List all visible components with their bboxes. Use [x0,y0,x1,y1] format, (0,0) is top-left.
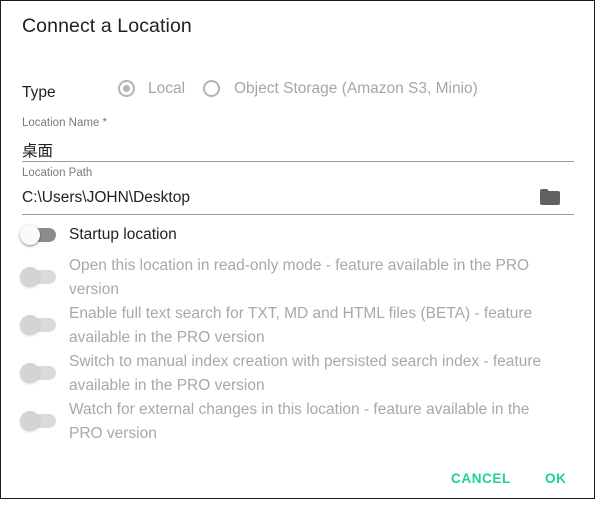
dialog-actions: CANCEL OK [0,471,594,511]
type-row: Type Local Object Storage (Amazon S3, Mi… [22,77,582,105]
startup-toggle[interactable] [20,225,56,245]
readonly-toggle [20,267,56,287]
location-name-field[interactable]: Location Name * 桌面 [22,117,574,163]
cancel-button[interactable]: CANCEL [451,471,511,486]
fulltext-toggle [20,315,56,335]
startup-toggle-label: Startup location [69,226,177,243]
manual-index-toggle [20,363,56,383]
toggle-readonly-row: Open this location in read-only mode - f… [20,254,580,302]
fulltext-toggle-label: Enable full text search for TXT, MD and … [69,305,533,346]
radio-object-storage-label[interactable]: Object Storage (Amazon S3, Minio) [234,80,478,98]
location-path-underline [22,214,574,215]
location-path-input[interactable]: C:\Users\JOHN\Desktop [22,189,190,207]
watch-changes-toggle [20,411,56,431]
location-path-label: Location Path [22,167,93,179]
toggle-startup-row: Startup location [20,223,580,249]
toggle-manual-index-row: Switch to manual index creation with per… [20,350,580,398]
watch-changes-toggle-label: Watch for external changes in this locat… [69,401,530,442]
ok-button[interactable]: OK [545,471,566,486]
location-name-label: Location Name * [22,117,108,129]
manual-index-toggle-label: Switch to manual index creation with per… [69,353,542,394]
folder-icon[interactable] [540,189,560,205]
connect-location-dialog: Connect a Location Type Local Object Sto… [0,0,595,499]
location-path-field[interactable]: Location Path C:\Users\JOHN\Desktop [22,167,574,217]
location-name-input[interactable]: 桌面 [22,139,53,161]
toggle-fulltext-row: Enable full text search for TXT, MD and … [20,302,580,350]
dialog-title: Connect a Location [22,15,192,37]
radio-local[interactable] [118,80,135,97]
readonly-toggle-label: Open this location in read-only mode - f… [69,257,530,298]
location-name-underline [22,161,574,162]
toggle-watch-row: Watch for external changes in this locat… [20,398,580,446]
radio-object-storage[interactable] [203,80,220,97]
type-label: Type [22,84,56,101]
radio-local-label[interactable]: Local [148,80,185,98]
